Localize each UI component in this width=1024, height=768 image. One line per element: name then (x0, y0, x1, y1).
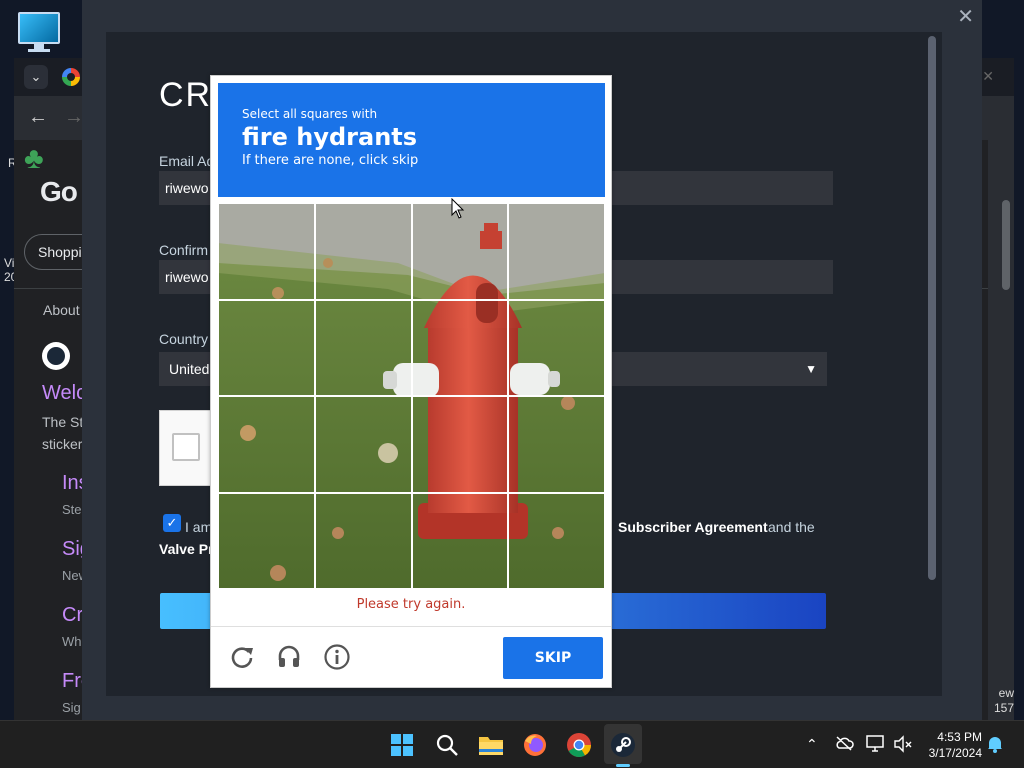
captcha-hint: If there are none, click skip (242, 153, 419, 168)
file-explorer-icon[interactable] (475, 729, 507, 761)
captcha-tile[interactable] (411, 492, 509, 589)
close-icon[interactable]: ✕ (957, 4, 974, 29)
captcha-tile[interactable] (508, 299, 605, 396)
chevron-down-icon: ▼ (805, 362, 817, 376)
sitelink-snippet: Ste (62, 502, 82, 517)
email-label: Email Ad (159, 153, 215, 169)
edge-text-num: 157 (993, 701, 1014, 715)
subscriber-agreement-link[interactable]: Subscriber Agreement (618, 519, 768, 535)
captcha-tile[interactable] (314, 396, 412, 493)
forward-icon[interactable]: → (64, 106, 84, 129)
sitelink-snippet: Sig (62, 700, 81, 715)
system-clock[interactable]: 4:53 PM 3/17/2024 (929, 729, 982, 761)
privacy-policy-link[interactable]: Valve Pr (159, 541, 214, 557)
edge-text-view: ew (998, 686, 1014, 700)
captcha-challenge: Select all squares with fire hydrants If… (210, 75, 612, 688)
scrollbar-thumb[interactable] (1002, 200, 1010, 290)
captcha-tile[interactable] (218, 396, 315, 493)
steam-favicon-icon (42, 342, 70, 370)
captcha-tile[interactable] (508, 492, 605, 589)
captcha-tile[interactable] (314, 492, 412, 589)
skip-button[interactable]: SKIP (503, 637, 603, 679)
clock-time: 4:53 PM (937, 730, 982, 744)
agree-text-middle: Subscriber Agreement (618, 519, 768, 535)
google-logo[interactable]: Go (40, 176, 78, 208)
clock-date: 3/17/2024 (928, 746, 982, 760)
result-title-welcome[interactable]: Welc (42, 382, 86, 405)
captcha-tiles (218, 203, 605, 589)
clover-doodle-icon: ♣ (24, 142, 44, 175)
captcha-error-message: Please try again. (356, 597, 466, 612)
agree-checkbox[interactable]: ✓ (163, 514, 181, 532)
about-label[interactable]: About (43, 302, 80, 318)
scrollbar-thumb[interactable] (928, 36, 936, 580)
network-icon[interactable] (866, 735, 886, 756)
google-tab-icon[interactable] (62, 68, 80, 86)
captcha-tile[interactable] (314, 203, 412, 300)
close-icon[interactable]: ✕ (982, 68, 994, 85)
captcha-tile[interactable] (508, 203, 605, 300)
captcha-tile[interactable] (218, 299, 315, 396)
divider (211, 626, 611, 627)
steam-icon[interactable] (607, 729, 639, 761)
captcha-tile[interactable] (218, 203, 315, 300)
captcha-tile[interactable] (411, 396, 509, 493)
captcha-header: Select all squares with fire hydrants If… (218, 83, 605, 197)
country-label: Country (159, 331, 209, 347)
taskbar: ⌃ 4:53 PM 3/17/2024 (0, 720, 1024, 768)
edge-text-vi: Vi (4, 256, 15, 270)
search-icon[interactable] (431, 729, 463, 761)
audio-icon[interactable] (274, 642, 304, 672)
browser-right-edge (988, 140, 1014, 720)
reload-icon[interactable] (227, 642, 257, 672)
agree-text-prefix: I am (185, 519, 213, 535)
volume-muted-icon[interactable] (893, 735, 913, 756)
country-value: United (169, 361, 210, 377)
active-app-indicator (616, 764, 630, 767)
result-snippet-line: sticker (42, 436, 83, 452)
chevron-up-icon[interactable]: ⌃ (806, 736, 818, 753)
notification-bell-icon[interactable] (986, 735, 1004, 756)
result-snippet-line: The St (42, 414, 84, 430)
captcha-instruction: Select all squares with (242, 107, 378, 121)
recaptcha-checkbox[interactable] (172, 433, 200, 461)
captcha-tile[interactable] (218, 492, 315, 589)
captcha-tile[interactable] (314, 299, 412, 396)
sitelink-title[interactable]: Cr (62, 604, 83, 627)
confirm-email-label: Confirm (159, 242, 209, 258)
info-icon[interactable] (322, 642, 352, 672)
captcha-target: fire hydrants (242, 123, 418, 151)
captcha-tile[interactable] (411, 299, 509, 396)
this-pc-icon[interactable] (16, 10, 62, 52)
tab-list-button[interactable]: ⌄ (24, 65, 48, 89)
firefox-icon[interactable] (519, 729, 551, 761)
agree-text-and: and the (768, 519, 815, 535)
back-icon[interactable]: ← (28, 106, 48, 129)
windows-start-icon[interactable] (386, 729, 418, 761)
captcha-tile[interactable] (508, 396, 605, 493)
onedrive-icon[interactable] (834, 735, 854, 754)
chrome-icon[interactable] (563, 729, 595, 761)
mouse-cursor-icon (451, 198, 465, 219)
captcha-image-grid (218, 203, 605, 589)
